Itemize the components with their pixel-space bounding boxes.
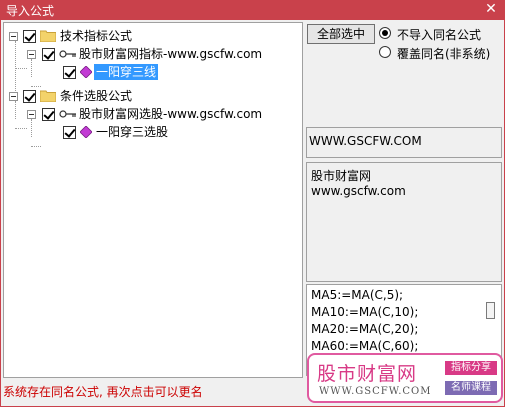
formula-tree[interactable]: 技术指标公式 股市财富网指标-www.gscfw.com 一阳穿三线 条件选股公… — [3, 22, 303, 378]
watermark-brand: 股市财富网 — [317, 363, 418, 385]
tree-node-indicator-source[interactable]: 股市财富网指标-www.gscfw.com — [4, 45, 294, 63]
close-icon[interactable]: ✕ — [483, 1, 499, 17]
code-line: MA20:=MA(C,20); — [311, 322, 419, 336]
radio-label: 覆盖同名(非系统) — [397, 47, 491, 61]
description-box: 股市财富网 www.gscfw.com — [306, 162, 502, 282]
source-url-text: WWW.GSCFW.COM — [309, 134, 422, 148]
radio-selected-icon[interactable] — [379, 27, 391, 39]
checkbox-checked[interactable] — [63, 66, 76, 79]
tree-node-formula-yiyang-screener[interactable]: 一阳穿三选股 — [4, 123, 294, 141]
radio-unselected-icon[interactable] — [379, 46, 391, 58]
dialog-body: 技术指标公式 股市财富网指标-www.gscfw.com 一阳穿三线 条件选股公… — [1, 20, 504, 406]
watermark-site: WWW.GSCFW.COM — [319, 386, 432, 397]
select-all-button[interactable]: 全部选中 — [307, 24, 375, 44]
checkbox-checked[interactable] — [63, 126, 76, 139]
radio-label: 不导入同名公式 — [397, 28, 482, 42]
checkbox-checked[interactable] — [42, 48, 55, 61]
code-line: MA5:=MA(C,5); — [311, 288, 404, 302]
tree-node-tech-formulas[interactable]: 技术指标公式 — [4, 27, 294, 45]
scrollbar-thumb[interactable] — [486, 302, 495, 319]
folder-icon — [40, 90, 56, 102]
tree-node-screener-source[interactable]: 股市财富网选股-www.gscfw.com — [4, 105, 294, 123]
tree-node-formula-yiyang[interactable]: 一阳穿三线 — [4, 63, 294, 81]
tree-connector — [31, 146, 41, 147]
collapse-icon[interactable] — [27, 110, 36, 119]
watermark-tag: 指标分享 — [445, 361, 497, 375]
checkbox-checked[interactable] — [23, 30, 36, 43]
collapse-icon[interactable] — [27, 50, 36, 59]
source-url-field: WWW.GSCFW.COM — [306, 127, 502, 158]
window-title: 导入公式 — [6, 4, 55, 18]
tree-node-label: 技术指标公式 — [60, 29, 133, 43]
code-line: MA60:=MA(C,60); — [311, 339, 419, 353]
key-icon — [59, 110, 76, 118]
description-line: www.gscfw.com — [311, 184, 406, 198]
tree-node-label: 一阳穿三选股 — [96, 125, 169, 139]
tree-node-screener-formulas[interactable]: 条件选股公式 — [4, 87, 294, 105]
checkbox-checked[interactable] — [42, 108, 55, 121]
tree-node-label: 股市财富网指标-www.gscfw.com — [79, 47, 263, 61]
tree-node-label: 一阳穿三线 — [94, 64, 159, 80]
collapse-icon[interactable] — [9, 92, 18, 101]
status-message: 系统存在同名公式, 再次点击可以更名 — [3, 385, 203, 399]
gem-icon — [80, 66, 92, 78]
watermark-logo: 股市财富网 WWW.GSCFW.COM 指标分享 名师课程 — [307, 353, 503, 403]
checkbox-checked[interactable] — [23, 90, 36, 103]
tree-node-label: 条件选股公式 — [60, 89, 133, 103]
collapse-icon[interactable] — [9, 32, 18, 41]
title-bar: 导入公式 ✕ — [0, 0, 505, 20]
code-line: MA10:=MA(C,10); — [311, 305, 419, 319]
tree-node-label: 股市财富网选股-www.gscfw.com — [79, 107, 263, 121]
watermark-tag: 名师课程 — [445, 381, 497, 395]
gem-icon — [80, 126, 92, 138]
description-line: 股市财富网 — [311, 169, 372, 183]
folder-icon — [40, 30, 56, 42]
key-icon — [59, 50, 76, 58]
